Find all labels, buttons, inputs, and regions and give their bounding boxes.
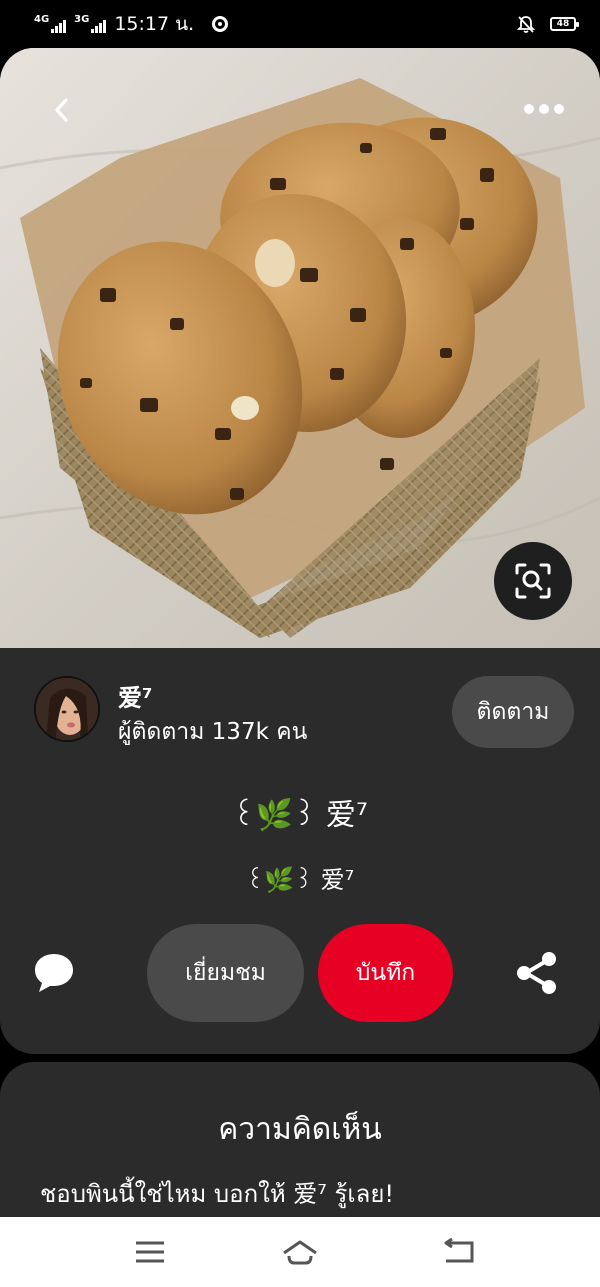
signal-3g-icon: 3G xyxy=(74,14,107,33)
signal-4g-icon: 4G xyxy=(34,14,67,33)
battery-icon: 48 xyxy=(550,17,579,31)
back-icon xyxy=(444,1237,474,1263)
save-button[interactable]: บันทึก xyxy=(318,924,453,1022)
avatar[interactable] xyxy=(34,676,100,742)
chevron-left-icon xyxy=(55,98,68,122)
comments-prompt[interactable]: ชอบพินนี้ใช่ไหม บอกให้ 爱⁷ รู้เลย! xyxy=(40,1174,394,1213)
status-bar: 4G 3G 15:17 น. 48 xyxy=(0,0,600,48)
notifications-muted-icon xyxy=(516,16,536,33)
status-right: 48 xyxy=(516,14,579,34)
more-horizontal-icon xyxy=(524,104,534,114)
pin-description: ꒰🌿꒱ 爱⁷ xyxy=(245,866,355,894)
follower-count: ผู้ติดตาม 137k คน xyxy=(118,719,308,745)
comments-title: ความคิดเห็น xyxy=(218,1112,382,1147)
nav-back-button[interactable] xyxy=(438,1237,478,1267)
follow-button[interactable]: ติดตาม xyxy=(452,676,574,748)
share-icon xyxy=(517,952,556,994)
visual-search-icon xyxy=(515,563,551,599)
visit-button[interactable]: เยี่ยมชม xyxy=(147,924,304,1022)
avatar-photo xyxy=(36,678,98,740)
nav-home-button[interactable] xyxy=(280,1237,320,1267)
comments-section: ความคิดเห็น ชอบพินนี้ใช่ไหม บอกให้ 爱⁷ รู… xyxy=(0,1062,600,1232)
more-options-button[interactable] xyxy=(514,94,574,124)
pin-image[interactable] xyxy=(0,48,600,650)
home-icon xyxy=(283,1240,317,1265)
comment-button[interactable] xyxy=(32,950,76,994)
network-type-label: 4G xyxy=(34,14,50,25)
pin-title: ꒰🌿꒱ 爱⁷ xyxy=(232,798,368,833)
status-left: 4G 3G 15:17 น. xyxy=(34,9,229,39)
pin-detail-screen: 4G 3G 15:17 น. 48 爱⁷ ผู้ติดตาม 137k คน ต… xyxy=(0,0,600,1287)
system-nav-bar xyxy=(0,1217,600,1287)
pin-info-card: 爱⁷ ผู้ติดตาม 137k คน ติดตาม ꒰🌿꒱ 爱⁷ ꒰🌿꒱ 爱… xyxy=(0,648,600,1054)
share-button[interactable] xyxy=(514,950,560,996)
author-name[interactable]: 爱⁷ xyxy=(118,678,153,713)
chrome-icon xyxy=(212,16,229,32)
menu-icon xyxy=(136,1241,164,1263)
clock: 15:17 น. xyxy=(114,13,195,35)
battery-level: 48 xyxy=(556,19,570,29)
visual-search-button[interactable] xyxy=(494,542,572,620)
network-type-label: 3G xyxy=(74,14,90,25)
comment-bubble-icon xyxy=(35,954,73,992)
back-button[interactable] xyxy=(40,88,84,132)
nav-menu-button[interactable] xyxy=(130,1237,170,1267)
